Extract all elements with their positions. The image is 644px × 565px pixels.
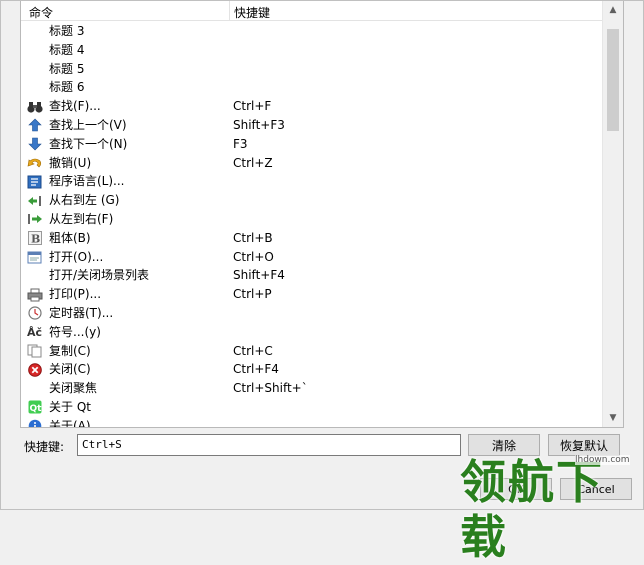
list-header: 命令 快捷键 — [21, 1, 603, 21]
row-shortcut: Ctrl+C — [233, 343, 273, 358]
row-shortcut: F3 — [233, 136, 248, 151]
row-command: 标题 5 — [49, 61, 85, 76]
svg-text:Qt: Qt — [30, 404, 43, 414]
table-row[interactable]: 定时器(T)... — [21, 304, 603, 323]
row-command: 从左到右(F) — [49, 211, 114, 226]
arrow-down-icon — [27, 137, 43, 152]
row-command: 关闭(C) — [49, 362, 91, 377]
svg-text:Åč: Åč — [27, 326, 42, 339]
copy-icon — [27, 344, 43, 359]
row-command: 标题 4 — [49, 42, 85, 57]
row-command: 定时器(T)... — [49, 305, 114, 320]
table-row[interactable]: 复制(C) Ctrl+C — [21, 342, 603, 361]
list-rows: 标题 3 标题 4 标题 5 标题 6 查找(F)... Ctrl+F 查找上一个(V) Sh… — [21, 22, 603, 428]
row-command: 打印(P)... — [49, 287, 102, 302]
row-shortcut: Ctrl+Shift+` — [233, 381, 308, 396]
print-icon — [27, 287, 43, 302]
scroll-up-icon[interactable]: ▲ — [603, 1, 623, 19]
row-command: 关于 Qt — [49, 399, 91, 414]
row-shortcut: Ctrl+O — [233, 249, 274, 264]
qt-icon: Qt — [27, 400, 43, 415]
table-row[interactable]: 从左到右(F) — [21, 210, 603, 229]
table-row[interactable]: 关闭(C) Ctrl+F4 — [21, 360, 603, 379]
row-command: 查找(F)... — [49, 99, 101, 114]
table-row[interactable]: 标题 3 — [21, 22, 603, 41]
timer-icon — [27, 306, 43, 321]
row-shortcut: Ctrl+F — [233, 99, 272, 114]
row-command: 查找下一个(N) — [49, 136, 128, 151]
row-shortcut: Shift+F3 — [233, 117, 285, 132]
row-command: 标题 3 — [49, 24, 85, 38]
open-icon — [27, 250, 43, 265]
ltr-icon — [27, 212, 43, 227]
scroll-down-icon[interactable]: ▼ — [603, 409, 623, 427]
table-row[interactable]: 关闭聚焦 Ctrl+Shift+` — [21, 379, 603, 398]
row-shortcut: Ctrl+B — [233, 230, 273, 245]
scroll-thumb[interactable] — [607, 29, 619, 131]
close-icon — [27, 362, 43, 377]
undo-icon — [27, 156, 43, 171]
bold-icon: B — [27, 231, 43, 246]
info-icon — [27, 419, 43, 427]
table-row[interactable]: 查找下一个(N) F3 — [21, 135, 603, 154]
row-command: 关闭聚焦 — [49, 381, 98, 396]
clear-button[interactable]: 清除 — [468, 434, 540, 456]
row-command: 从右到左 (G) — [49, 193, 120, 208]
shortcut-list[interactable]: 命令 快捷键 标题 3 标题 4 标题 5 标题 6 查找(F)... Ctrl+F 查找上… — [20, 0, 624, 428]
row-command: 复制(C) — [49, 343, 91, 358]
table-row[interactable]: 查找(F)... Ctrl+F — [21, 97, 603, 116]
row-command: 撤销(U) — [49, 155, 92, 170]
shortcut-input[interactable]: Ctrl+S — [77, 434, 461, 456]
row-command: 粗体(B) — [49, 230, 91, 245]
row-command: 查找上一个(V) — [49, 117, 127, 132]
svg-text:B: B — [31, 233, 40, 246]
row-command: 符号...(y) — [49, 324, 101, 339]
table-row[interactable]: Qt 关于 Qt — [21, 398, 603, 417]
row-command: 打开/关闭场景列表 — [49, 268, 150, 283]
row-command: 程序语言(L)... — [49, 174, 125, 189]
vertical-scrollbar[interactable]: ▲ ▼ — [602, 1, 623, 427]
reset-default-button[interactable]: 恢复默认 — [548, 434, 620, 456]
table-row[interactable]: 关于(A) — [21, 417, 603, 428]
table-row[interactable]: 撤销(U) Ctrl+Z — [21, 154, 603, 173]
row-command: 关于(A) — [49, 418, 91, 428]
arrow-up-icon — [27, 118, 43, 133]
table-row[interactable]: 查找上一个(V) Shift+F3 — [21, 116, 603, 135]
header-command[interactable]: 命令 — [29, 4, 53, 21]
watermark-url: lhdown.com — [575, 455, 630, 465]
row-shortcut: Ctrl+F4 — [233, 362, 279, 377]
table-row[interactable]: 打印(P)... Ctrl+P — [21, 285, 603, 304]
row-command: 标题 6 — [49, 80, 85, 95]
row-command: 打开(O)... — [49, 249, 104, 264]
table-row[interactable]: 打开(O)... Ctrl+O — [21, 248, 603, 267]
shortcut-label: 快捷键: — [24, 440, 65, 454]
row-shortcut: Ctrl+Z — [233, 155, 273, 170]
table-row[interactable]: 打开/关闭场景列表 Shift+F4 — [21, 266, 603, 285]
table-row[interactable]: B 粗体(B) Ctrl+B — [21, 229, 603, 248]
symbol-icon: Åč — [27, 325, 43, 340]
table-row[interactable]: 标题 5 — [21, 60, 603, 79]
language-icon — [27, 174, 43, 189]
binoculars-icon — [27, 99, 43, 114]
table-row[interactable]: 标题 6 — [21, 78, 603, 97]
table-row[interactable]: 标题 4 — [21, 41, 603, 60]
table-row[interactable]: Åč 符号...(y) — [21, 323, 603, 342]
row-shortcut: Shift+F4 — [233, 268, 285, 283]
table-row[interactable]: 从右到左 (G) — [21, 191, 603, 210]
table-row[interactable]: 程序语言(L)... — [21, 172, 603, 191]
header-shortcut[interactable]: 快捷键 — [229, 1, 270, 20]
rtl-icon — [27, 193, 43, 208]
row-shortcut: Ctrl+P — [233, 287, 272, 302]
